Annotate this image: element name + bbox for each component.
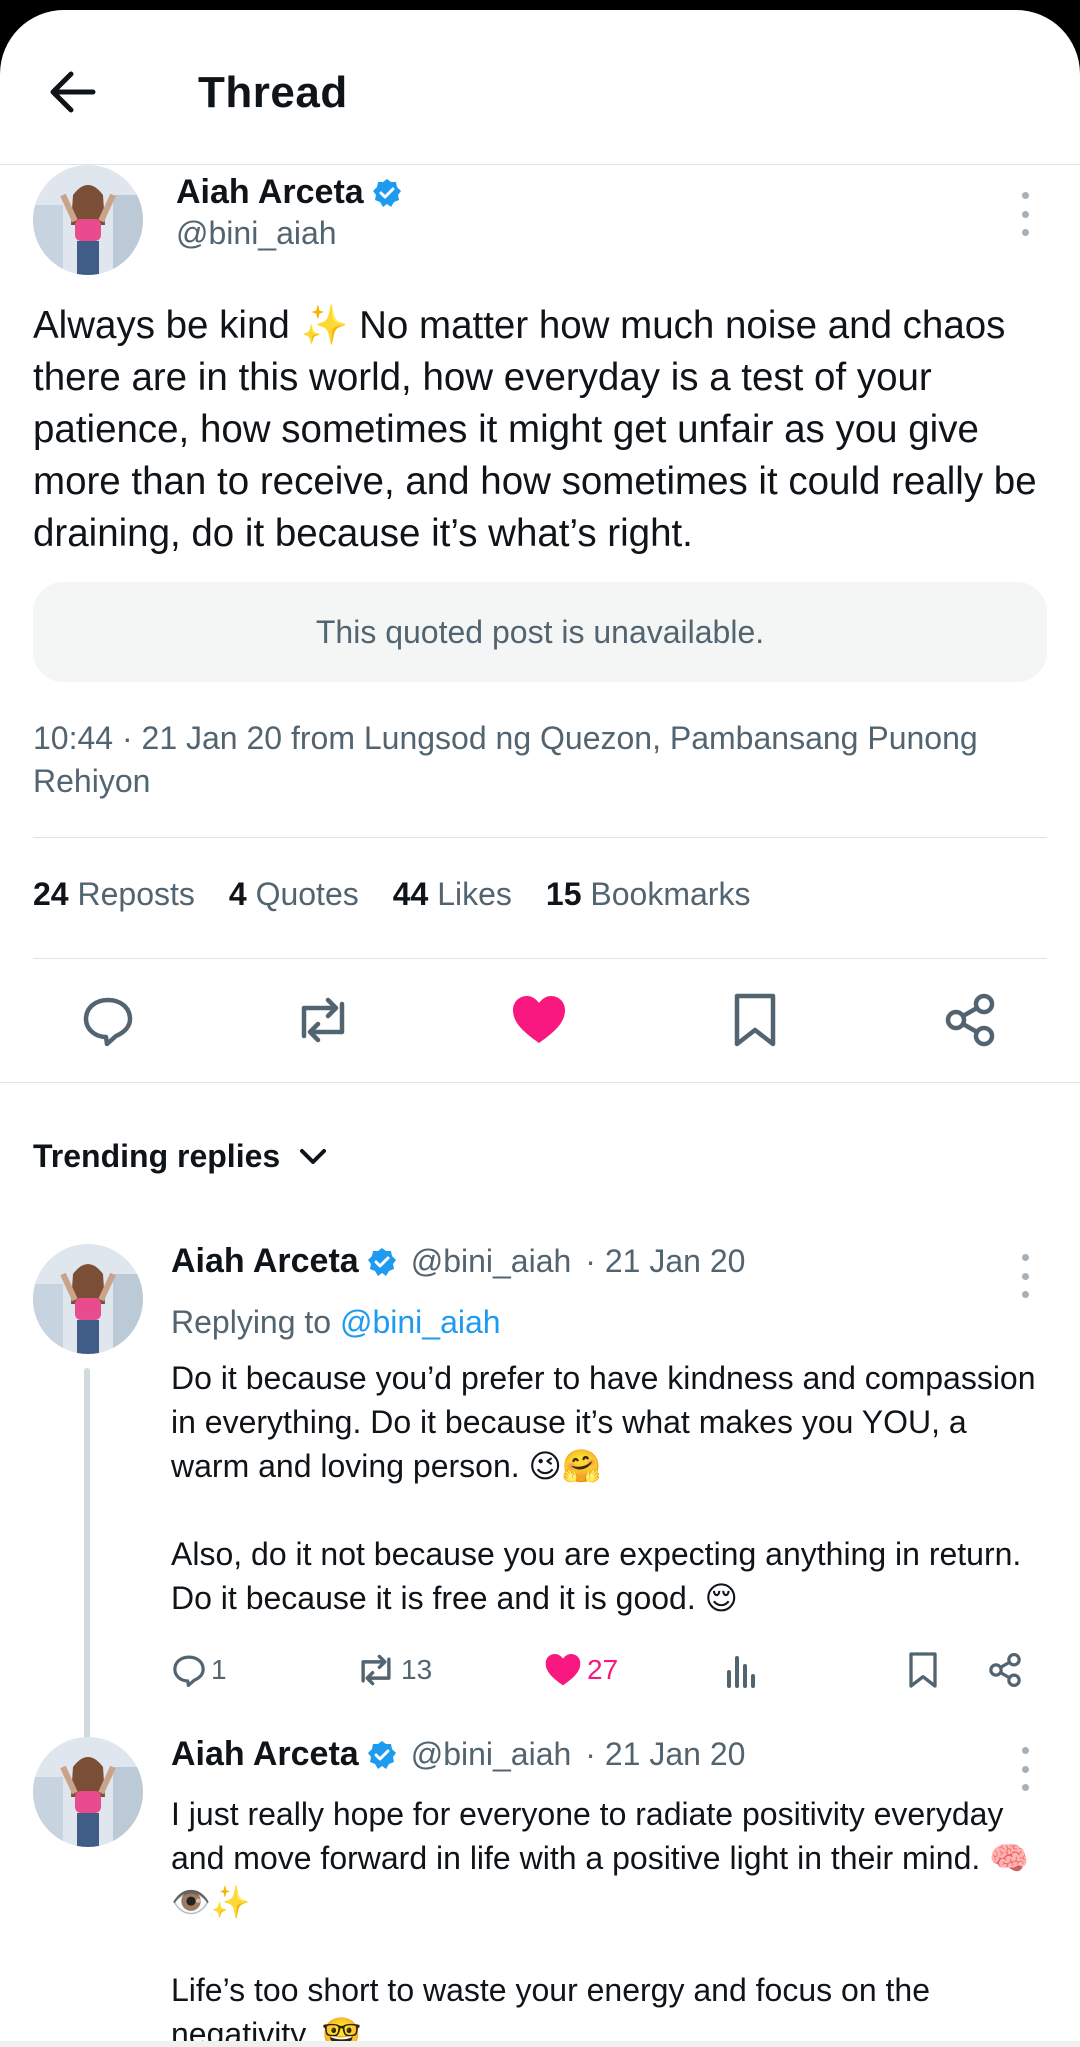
reply-icon [173, 1655, 205, 1688]
like-button[interactable] [504, 985, 574, 1055]
reply-text: Do it because you’d prefer to have kindn… [171, 1360, 1036, 1616]
avatar[interactable] [33, 1737, 143, 1847]
like-count: 27 [587, 1654, 619, 1685]
section-divider [0, 1082, 1080, 1083]
more-options-icon[interactable] [1015, 1254, 1035, 1298]
reply-date: · 21 Jan 20 [585, 1736, 746, 1772]
profile-photo [33, 1244, 143, 1354]
header-divider [0, 164, 1080, 165]
stat-bookmarks[interactable]: 15 Bookmarks [546, 876, 751, 913]
repost-count: 13 [401, 1654, 433, 1685]
like-button[interactable]: 27 [543, 1646, 618, 1694]
repost-icon [361, 1654, 391, 1686]
repost-button[interactable]: 13 [355, 1646, 432, 1694]
reply-icon [83, 997, 133, 1047]
replying-to: Replying to @bini_aiah [171, 1304, 501, 1340]
replying-to-link[interactable]: @bini_aiah [340, 1304, 501, 1340]
reply-button[interactable]: 1 [171, 1646, 227, 1694]
bookmark-icon [734, 993, 776, 1047]
divider [33, 958, 1047, 959]
bookmark-button[interactable] [720, 985, 790, 1055]
share-button[interactable] [987, 1646, 1023, 1694]
tweet-actions [0, 985, 1080, 1065]
trending-replies-dropdown[interactable]: Trending replies [33, 1138, 328, 1175]
divider [33, 837, 1047, 838]
thread-connector-line [84, 1368, 90, 1740]
verified-badge-icon [372, 178, 401, 207]
profile-photo [33, 1737, 143, 1847]
author-name-row[interactable]: Aiah Arceta [176, 173, 402, 212]
bookmark-button[interactable] [907, 1646, 939, 1694]
author-handle[interactable]: @bini_aiah [411, 1736, 572, 1773]
heart-icon [513, 996, 565, 1043]
bottom-edge [0, 2041, 1080, 2047]
arrow-left-icon [50, 71, 96, 113]
repost-button[interactable] [288, 985, 358, 1055]
profile-photo [33, 165, 143, 275]
reply-date: · 21 Jan 20 [585, 1243, 746, 1279]
verified-badge-icon [367, 1740, 396, 1769]
share-icon [945, 993, 995, 1047]
avatar[interactable] [33, 165, 143, 275]
tweet-meta: 10:44 · 21 Jan 20 from Lungsod ng Quezon… [33, 720, 978, 799]
back-button[interactable] [42, 62, 102, 122]
thread-screen: Thread Aiah Arceta @bini_aiah Always be … [0, 10, 1080, 2047]
reply-count: 1 [211, 1654, 227, 1685]
trending-replies-label: Trending replies [33, 1138, 281, 1174]
bookmark-icon [909, 1652, 937, 1688]
author-handle[interactable]: @bini_aiah [176, 215, 337, 252]
more-options-icon[interactable] [1015, 192, 1035, 236]
quoted-post-unavailable: This quoted post is unavailable. [33, 582, 1047, 682]
reply-actions: 1 13 27 [171, 1646, 1051, 1696]
avatar[interactable] [33, 1244, 143, 1354]
reply-button[interactable] [73, 985, 143, 1055]
reply-text: I just really hope for everyone to radia… [171, 1796, 1029, 2047]
verified-badge-icon [367, 1247, 396, 1276]
tweet-text: Always be kind ✨ No matter how much nois… [33, 304, 1037, 555]
share-button[interactable] [935, 985, 1005, 1055]
reply-author-row[interactable]: Aiah Arceta @bini_aiah · 21 Jan 20 [171, 1735, 745, 1774]
stat-reposts[interactable]: 24 Reposts [33, 876, 195, 913]
author-handle[interactable]: @bini_aiah [411, 1243, 572, 1280]
chevron-down-icon [300, 1148, 327, 1164]
page-title: Thread [198, 68, 348, 117]
repost-icon [301, 997, 345, 1043]
views-button[interactable] [723, 1646, 759, 1694]
heart-icon [545, 1654, 581, 1686]
share-icon [989, 1652, 1021, 1688]
more-options-icon[interactable] [1015, 1747, 1035, 1791]
author-name[interactable]: Aiah Arceta [171, 1735, 359, 1774]
stat-quotes[interactable]: 4 Quotes [229, 876, 359, 913]
author-name[interactable]: Aiah Arceta [176, 173, 364, 212]
analytics-icon [727, 1656, 755, 1688]
top-bar: Thread [0, 10, 1080, 165]
tweet-stats: 24 Reposts 4 Quotes 44 Likes 15 Bookmark… [33, 876, 784, 913]
stat-likes[interactable]: 44 Likes [393, 876, 512, 913]
author-name[interactable]: Aiah Arceta [171, 1242, 359, 1281]
reply-author-row[interactable]: Aiah Arceta @bini_aiah · 21 Jan 20 [171, 1242, 745, 1281]
